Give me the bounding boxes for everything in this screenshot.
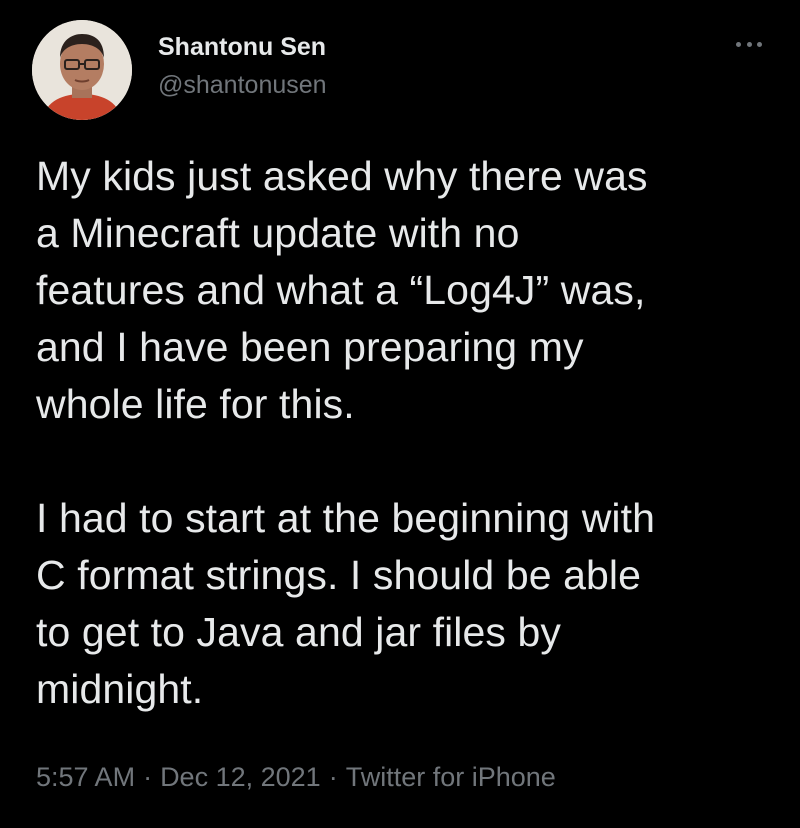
tweet-header: Shantonu Sen @shantonusen xyxy=(32,20,770,120)
more-horizontal-icon-dot xyxy=(757,41,762,47)
more-horizontal-icon xyxy=(736,41,741,47)
meta-separator: · xyxy=(143,762,153,792)
author-names: Shantonu Sen @shantonusen xyxy=(158,32,327,100)
tweet-paragraph: My kids just asked why there was a Minec… xyxy=(36,153,648,427)
tweet: Shantonu Sen @shantonusen My kids just a… xyxy=(0,0,800,828)
tweet-date[interactable]: Dec 12, 2021 xyxy=(160,762,321,792)
more-options-button[interactable] xyxy=(736,32,762,56)
user-avatar-icon xyxy=(32,20,132,120)
tweet-source[interactable]: Twitter for iPhone xyxy=(346,762,556,792)
meta-separator: · xyxy=(328,762,338,792)
tweet-paragraph: I had to start at the beginning with C f… xyxy=(36,495,656,712)
author-handle[interactable]: @shantonusen xyxy=(158,70,327,100)
author-display-name[interactable]: Shantonu Sen xyxy=(158,32,327,62)
tweet-text: My kids just asked why there was a Minec… xyxy=(36,148,776,718)
more-horizontal-icon-dot xyxy=(746,41,752,47)
avatar[interactable] xyxy=(32,20,132,120)
tweet-time[interactable]: 5:57 AM xyxy=(36,762,135,792)
tweet-metadata: 5:57 AM · Dec 12, 2021 · Twitter for iPhone xyxy=(36,760,556,794)
